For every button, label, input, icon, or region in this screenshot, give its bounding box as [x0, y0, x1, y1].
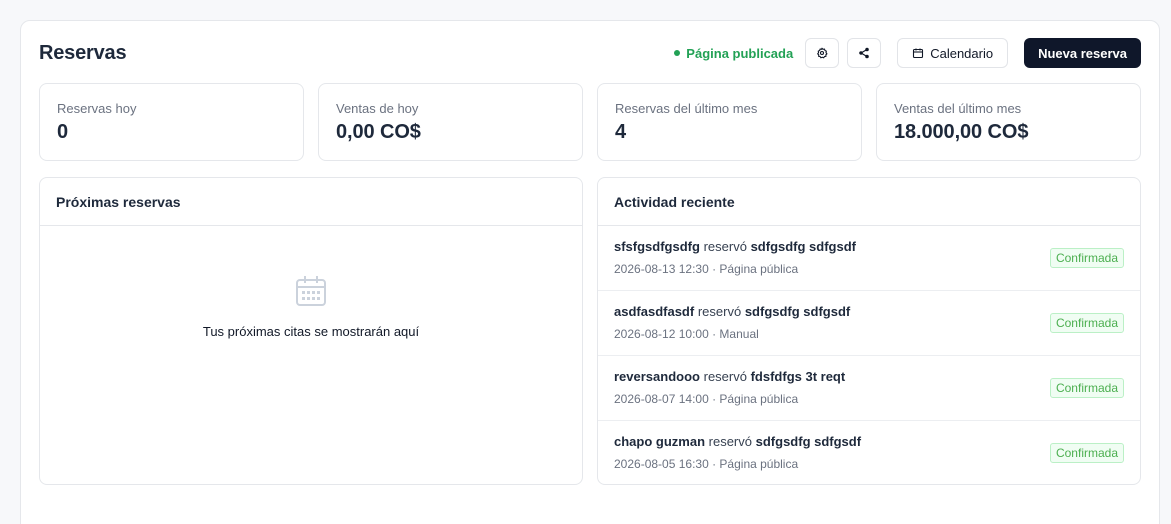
- activity-service: sdfgsdfg sdfgsdf: [744, 304, 851, 319]
- activity-meta: 2026-08-07 14:00 · Página pública: [614, 392, 799, 406]
- activity-summary: asdfasdfasdf reservó sdfgsdfg sdfgsdf: [614, 304, 850, 319]
- activity-datetime: 2026-08-07 14:00: [614, 392, 709, 406]
- activity-summary: sfsfgsdfgsdfg reservó sdfgsdfg sdfgsdf: [614, 239, 856, 254]
- recent-activity-title: Actividad reciente: [598, 178, 1140, 226]
- activity-meta: 2026-08-05 16:30 · Página pública: [614, 457, 799, 471]
- stats-row: Reservas hoy 0 Ventas de hoy 0,00 CO$ Re…: [39, 83, 1141, 161]
- settings-button[interactable]: [805, 38, 840, 68]
- gear-icon: [817, 47, 828, 59]
- activity-datetime: 2026-08-13 12:30: [614, 262, 709, 276]
- activity-meta: 2026-08-12 10:00 · Manual: [614, 327, 759, 341]
- stat-label: Reservas del último mes: [615, 101, 758, 116]
- activity-verb: reservó: [703, 369, 747, 384]
- empty-state-text: Tus próximas citas se mostrarán aquí: [202, 324, 420, 339]
- share-button[interactable]: [847, 38, 882, 68]
- stat-card-bookings-month: Reservas del último mes 4: [597, 83, 862, 161]
- bookings-panel: Reservas Página publicada Calendario Nue…: [20, 20, 1160, 524]
- header: Reservas Página publicada Calendario Nue…: [39, 37, 1141, 69]
- published-status-label: Página publicada: [686, 45, 794, 61]
- activity-service: sdfgsdfg sdfgsdf: [755, 434, 862, 449]
- activity-item[interactable]: chapo guzman reservó sdfgsdfg sdfgsdf 20…: [598, 421, 1140, 484]
- stat-card-bookings-today: Reservas hoy 0: [39, 83, 304, 161]
- activity-meta: 2026-08-13 12:30 · Página pública: [614, 262, 799, 276]
- header-actions: Página publicada Calendario Nueva reserv…: [674, 38, 1141, 68]
- upcoming-bookings-title: Próximas reservas: [40, 178, 582, 226]
- upcoming-bookings-card: Próximas reservas Tus próximas citas se …: [39, 177, 583, 485]
- calendar-button[interactable]: Calendario: [897, 38, 1009, 68]
- activity-client: chapo guzman: [614, 434, 706, 449]
- activity-summary: chapo guzman reservó sdfgsdfg sdfgsdf: [614, 434, 861, 449]
- share-icon: [859, 47, 870, 59]
- activity-verb: reservó: [703, 239, 747, 254]
- activity-service: fdsfdfgs 3t reqt: [750, 369, 846, 384]
- activity-source: Página pública: [719, 262, 799, 276]
- status-badge: Confirmada: [1049, 378, 1124, 398]
- activity-source: Página pública: [719, 392, 799, 406]
- activity-item[interactable]: asdfasdfasdf reservó sdfgsdfg sdfgsdf 20…: [598, 291, 1140, 356]
- stat-card-sales-today: Ventas de hoy 0,00 CO$: [318, 83, 583, 161]
- activity-verb: reservó: [708, 434, 752, 449]
- page-title: Reservas: [39, 41, 127, 64]
- stat-label: Reservas hoy: [57, 101, 137, 116]
- recent-activity-card: Actividad reciente sfsfgsdfgsdfg reservó…: [597, 177, 1141, 485]
- activity-list: sfsfgsdfgsdfg reservó sdfgsdfg sdfgsdf 2…: [598, 226, 1140, 484]
- calendar-icon: [296, 276, 326, 306]
- calendar-button-label: Calendario: [930, 45, 994, 61]
- activity-client: sfsfgsdfgsdfg: [614, 239, 700, 254]
- activity-source: Manual: [719, 327, 759, 341]
- activity-datetime: 2026-08-12 10:00: [614, 327, 709, 341]
- status-badge: Confirmada: [1049, 313, 1124, 333]
- activity-verb: reservó: [697, 304, 742, 319]
- activity-datetime: 2026-08-05 16:30: [614, 457, 709, 471]
- activity-client: asdfasdfasdf: [614, 304, 695, 319]
- activity-summary: reversandooo reservó fdsfdfgs 3t reqt: [614, 369, 845, 384]
- stat-label: Ventas del último mes: [894, 101, 1022, 116]
- stat-value: 0: [57, 121, 69, 143]
- activity-item[interactable]: sfsfgsdfgsdfg reservó sdfgsdfg sdfgsdf 2…: [598, 226, 1140, 291]
- published-status: Página publicada: [674, 46, 793, 61]
- calendar-icon: [913, 48, 924, 59]
- status-badge: Confirmada: [1049, 248, 1124, 268]
- stat-label: Ventas de hoy: [336, 101, 419, 116]
- stat-value: 4: [615, 121, 627, 143]
- status-dot: [674, 50, 681, 56]
- activity-source: Página pública: [719, 457, 799, 471]
- activity-client: reversandooo: [614, 369, 700, 384]
- activity-service: sdfgsdfg sdfgsdf: [750, 239, 856, 254]
- stat-value: 0,00 CO$: [336, 121, 421, 143]
- new-booking-button[interactable]: Nueva reserva: [1024, 38, 1141, 68]
- empty-state: Tus próximas citas se mostrarán aquí: [40, 274, 582, 339]
- activity-item[interactable]: reversandooo reservó fdsfdfgs 3t reqt 20…: [598, 356, 1140, 421]
- status-badge: Confirmada: [1049, 443, 1124, 463]
- stat-value: 18.000,00 CO$: [894, 121, 1029, 143]
- stat-card-sales-month: Ventas del último mes 18.000,00 CO$: [876, 83, 1141, 161]
